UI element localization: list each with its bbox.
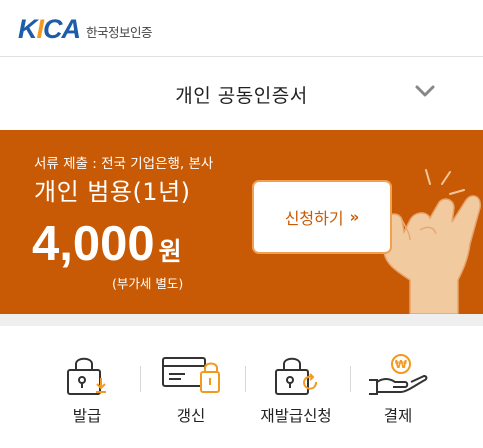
hand-coin-icon: ₩ (369, 354, 428, 395)
menu-item-reissue[interactable]: 재발급신청 (241, 326, 351, 448)
menu-item-issue[interactable]: 발급 (32, 326, 142, 448)
logo-word: KICA (18, 14, 81, 44)
product-banner: 서류 제출 : 전국 기업은행, 본사 개인 범용(1년) 4,000 원 (부… (0, 130, 483, 314)
apply-button-label: 신청하기 (284, 209, 344, 228)
menu-item-payment[interactable]: ₩ 결제 (343, 326, 453, 448)
menu-item-renew-label: 갱신 (176, 407, 206, 425)
section-divider (0, 314, 483, 326)
menu-item-renew[interactable]: 갱신 (136, 326, 246, 448)
card-lock-icon (162, 357, 220, 393)
vat-note: (부가세 별도) (112, 276, 184, 291)
apply-button[interactable]: 신청하기 » (252, 180, 392, 254)
double-chevron-right-icon: » (349, 208, 360, 226)
menu-item-payment-label: 결제 (383, 407, 413, 425)
lock-refresh-icon (275, 357, 318, 395)
svg-text:₩: ₩ (395, 358, 407, 371)
price-amount: 4,000 (32, 217, 155, 271)
app-header: KICA 한국정보인증 (0, 0, 483, 57)
price: 4,000 원 (32, 216, 182, 272)
chevron-down-icon[interactable] (414, 83, 436, 99)
certificate-type-selector[interactable]: 개인 공동인증서 (0, 57, 483, 129)
menu-item-reissue-label: 재발급신청 (260, 407, 332, 425)
selector-title: 개인 공동인증서 (175, 85, 308, 107)
price-currency: 원 (158, 237, 182, 266)
banner-subtitle: 서류 제출 : 전국 기업은행, 본사 (34, 156, 214, 172)
banner-title: 개인 범용(1년) (34, 178, 191, 206)
lock-download-icon (67, 357, 106, 395)
service-menu: 발급 갱신 재발급신청 ₩ 결제 (0, 326, 483, 448)
menu-item-issue-label: 발급 (72, 407, 102, 425)
logo-text: 한국정보인증 (86, 25, 153, 40)
kica-logo[interactable]: KICA 한국정보인증 (18, 14, 153, 45)
